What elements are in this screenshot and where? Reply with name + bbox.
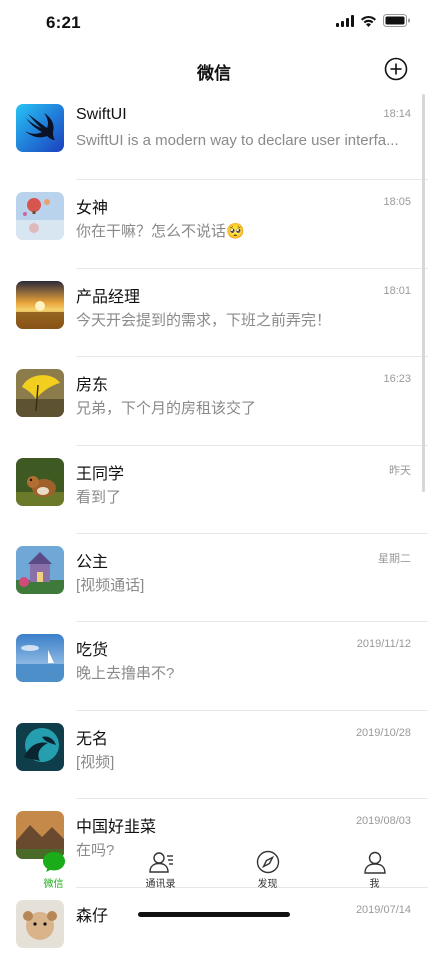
chat-time: 18:01 <box>383 284 411 297</box>
chat-time: 昨天 <box>389 464 411 477</box>
chat-row[interactable]: 房东 16:23 兄弟，下个月的房租该交了 <box>0 357 428 446</box>
page-title: 微信 <box>197 64 231 83</box>
chat-last-message: SwiftUI is a modern way to declare user … <box>76 132 399 149</box>
chat-time: 18:14 <box>383 108 411 120</box>
avatar <box>16 899 64 948</box>
status-icons <box>336 14 410 32</box>
tab-label: 通讯录 <box>145 879 176 890</box>
chat-time: 星期二 <box>378 552 411 565</box>
chat-last-message: [视频通话] <box>76 576 145 594</box>
chat-name: 房东 <box>76 377 109 395</box>
chat-list: SwiftUI 18:14 SwiftUI is a modern way to… <box>0 92 428 976</box>
sunset-field-photo-icon <box>16 280 64 329</box>
navigation-bar: 微信 <box>0 48 428 92</box>
chat-name: 无名 <box>76 730 109 748</box>
avatar <box>16 104 64 152</box>
chat-row[interactable]: 王同学 昨天 看到了 <box>0 446 428 534</box>
person-icon <box>363 851 386 874</box>
contacts-icon <box>148 852 173 873</box>
tab-label: 我 <box>369 879 380 890</box>
chat-row[interactable]: 森仔 2019/07/14 <box>0 888 428 976</box>
chat-last-message: [视频] <box>76 753 115 771</box>
avatar <box>16 722 64 771</box>
dragon-photo-icon <box>16 722 64 771</box>
avatar <box>16 634 64 683</box>
sea-sailboat-photo-icon <box>16 634 64 683</box>
chat-name: 公主 <box>76 553 109 571</box>
hot-air-balloon-photo-icon <box>16 192 64 241</box>
wifi-icon <box>360 14 377 32</box>
chat-name: 森仔 <box>76 907 109 925</box>
chat-time: 2019/08/03 <box>355 815 411 828</box>
tab-label: 微信 <box>43 879 64 890</box>
chat-time: 16:23 <box>383 373 411 386</box>
squirrel-photo-icon <box>16 457 64 506</box>
swift-logo-icon <box>16 104 64 152</box>
chat-time: 2019/10/28 <box>355 726 411 739</box>
yellow-umbrella-photo-icon <box>16 369 64 418</box>
avatar <box>16 369 64 418</box>
add-button[interactable] <box>384 57 408 81</box>
chat-row[interactable]: 吃货 2019/11/12 晚上去撸串不? <box>0 622 428 711</box>
chat-bubble-icon <box>42 852 65 872</box>
castle-photo-icon <box>16 545 64 594</box>
chat-name: 王同学 <box>76 465 125 483</box>
chat-name: 吃货 <box>76 642 109 660</box>
status-time: 6:21 <box>46 13 81 32</box>
dog-photo-icon <box>16 899 64 948</box>
chat-row[interactable]: 女神 18:05 你在干嘛？怎么不说话🥺 <box>0 180 428 269</box>
chat-last-message: 你在干嘛？怎么不说话🥺 <box>76 223 245 241</box>
avatar <box>16 280 64 329</box>
compass-icon <box>256 850 279 874</box>
chat-name: 女神 <box>76 200 109 218</box>
chat-row[interactable]: 公主 星期二 [视频通话] <box>0 534 428 623</box>
tab-bar: 微信 通讯录 发现 我 <box>0 846 428 892</box>
avatar <box>16 545 64 594</box>
home-indicator <box>138 912 290 917</box>
chat-last-message: 晚上去撸串不? <box>76 665 175 683</box>
chat-last-message: 兄弟，下个月的房租该交了 <box>76 400 257 418</box>
status-bar: 6:21 <box>0 0 428 48</box>
tab-chats[interactable]: 微信 <box>0 846 107 892</box>
chat-row[interactable]: 产品经理 18:01 今天开会提到的需求，下班之前弄完！ <box>0 269 428 358</box>
tab-label: 发现 <box>257 879 278 890</box>
chat-name: 中国好韭菜 <box>76 819 157 837</box>
battery-icon <box>383 14 410 32</box>
scroll-indicator <box>422 94 425 492</box>
chat-time: 18:05 <box>383 196 411 209</box>
avatar <box>16 192 64 241</box>
tab-discover[interactable]: 发现 <box>214 846 321 892</box>
chat-time: 2019/07/14 <box>355 903 411 916</box>
tab-contacts[interactable]: 通讯录 <box>107 846 214 892</box>
cellular-signal-icon <box>336 14 354 32</box>
chat-last-message: 看到了 <box>76 488 122 506</box>
chat-row[interactable]: 无名 2019/10/28 [视频] <box>0 711 428 800</box>
chat-row[interactable]: SwiftUI 18:14 SwiftUI is a modern way to… <box>0 92 428 181</box>
chat-name: SwiftUI <box>76 106 127 123</box>
chat-time: 2019/11/12 <box>356 638 411 651</box>
chat-name: 产品经理 <box>76 288 141 306</box>
chat-last-message: 今天开会提到的需求，下班之前弄完！ <box>76 311 332 329</box>
plus-circle-icon <box>384 57 408 81</box>
tab-me[interactable]: 我 <box>321 846 428 892</box>
avatar <box>16 457 64 506</box>
